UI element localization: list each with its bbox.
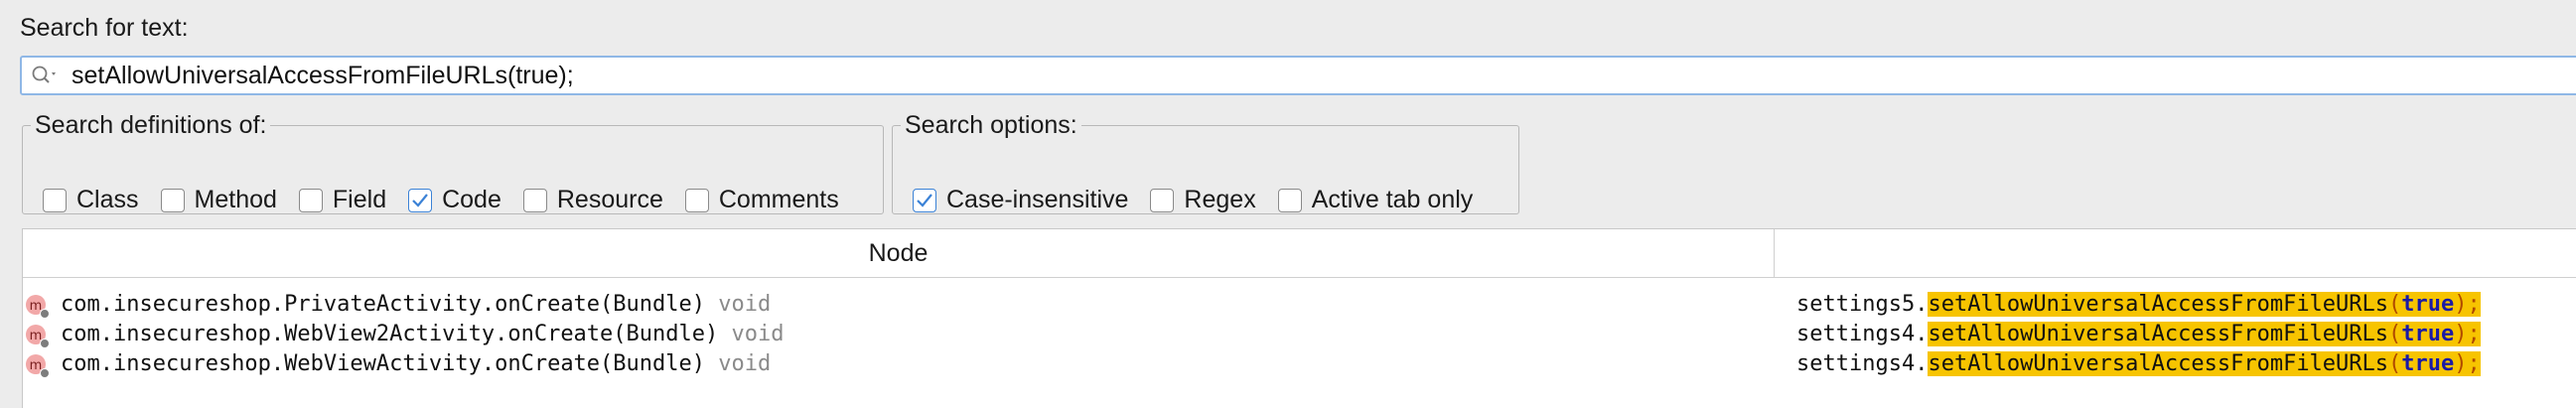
definition-option-class[interactable]: Class <box>43 186 139 214</box>
checkbox-label: Code <box>442 186 501 213</box>
return-type: void <box>731 322 785 346</box>
search-options-title: Search options: <box>905 111 1077 139</box>
checkbox[interactable] <box>43 188 67 212</box>
search-input[interactable] <box>66 59 2576 92</box>
search-icon[interactable] <box>26 58 66 93</box>
code-keyword: true <box>2401 322 2455 346</box>
definition-option-comments[interactable]: Comments <box>684 186 839 214</box>
checkbox[interactable] <box>298 188 323 212</box>
search-label: Search for text: <box>20 14 189 42</box>
code-match: setAllowUniversalAccessFromFileURLs(true… <box>1928 292 2481 317</box>
checkbox[interactable] <box>1277 188 1302 212</box>
node-signature: com.insecureshop.PrivateActivity.onCreat… <box>61 292 771 317</box>
checkbox-label: Resource <box>556 186 663 213</box>
node-method: com.insecureshop.PrivateActivity.onCreat… <box>61 292 706 317</box>
code-receiver: settings5. <box>1796 292 1929 317</box>
checkbox[interactable] <box>1150 188 1175 212</box>
method-icon: m <box>25 324 51 349</box>
method-icon: m <box>25 294 51 320</box>
code-method: setAllowUniversalAccessFromFileURLs <box>1928 351 2389 376</box>
code-snippet: settings4.setAllowUniversalAccessFromFil… <box>1796 351 2481 376</box>
svg-text:m: m <box>30 358 43 373</box>
code-open-paren: ( <box>2388 292 2402 317</box>
table-row[interactable]: m com.insecureshop.WebView2Activity.onCre… <box>23 321 2576 350</box>
search-definitions-title: Search definitions of: <box>35 111 267 139</box>
search-definitions-group: Search definitions of: Class Method Field C… <box>22 111 884 214</box>
checkbox-label: Field <box>332 186 387 213</box>
definition-option-field[interactable]: Field <box>298 186 387 214</box>
definition-option-resource[interactable]: Resource <box>522 186 663 214</box>
search-field[interactable] <box>20 56 2576 95</box>
node-method: com.insecureshop.WebViewActivity.onCreat… <box>61 351 706 376</box>
code-keyword: true <box>2401 351 2455 376</box>
checkbox[interactable] <box>684 188 709 212</box>
checkbox-label: Regex <box>1184 186 1256 213</box>
definition-option-code[interactable]: Code <box>408 186 501 214</box>
code-open-paren: ( <box>2388 351 2402 376</box>
checkbox-label: Comments <box>718 186 839 213</box>
code-match: setAllowUniversalAccessFromFileURLs(true… <box>1928 322 2481 346</box>
search-options-group: Search options: Case-insensitive Regex Act… <box>892 111 1519 214</box>
node-method: com.insecureshop.WebView2Activity.onCrea… <box>61 322 719 346</box>
definition-option-method[interactable]: Method <box>160 186 277 214</box>
code-keyword: true <box>2401 292 2455 317</box>
node-signature: com.insecureshop.WebViewActivity.onCreat… <box>61 351 771 376</box>
checkbox-label: Case-insensitive <box>946 186 1129 213</box>
code-receiver: settings4. <box>1796 351 1929 376</box>
node-signature: com.insecureshop.WebView2Activity.onCrea… <box>61 322 785 346</box>
results-table: Node m com.insecureshop.PrivateActivity.o… <box>22 228 2576 408</box>
code-close: ); <box>2454 322 2481 346</box>
checkbox-label: Class <box>76 186 139 213</box>
svg-text:m: m <box>30 299 43 314</box>
return-type: void <box>718 351 772 376</box>
checkbox[interactable] <box>408 188 433 212</box>
results-header: Node <box>23 229 2576 278</box>
table-row[interactable]: m com.insecureshop.PrivateActivity.onCrea… <box>23 291 2576 321</box>
checkbox[interactable] <box>522 188 547 212</box>
code-receiver: settings4. <box>1796 322 1929 346</box>
code-method: setAllowUniversalAccessFromFileURLs <box>1928 322 2389 346</box>
return-type: void <box>718 292 772 317</box>
code-close: ); <box>2454 292 2481 317</box>
checkbox-label: Active tab only <box>1311 186 1474 213</box>
code-method: setAllowUniversalAccessFromFileURLs <box>1928 292 2389 317</box>
search-option-case-insensitive[interactable]: Case-insensitive <box>913 186 1128 214</box>
checkbox[interactable] <box>160 188 185 212</box>
code-close: ); <box>2454 351 2481 376</box>
table-row[interactable]: m com.insecureshop.WebViewActivity.onCrea… <box>23 350 2576 380</box>
svg-text:m: m <box>30 329 43 343</box>
checkbox[interactable] <box>913 188 936 212</box>
code-snippet: settings4.setAllowUniversalAccessFromFil… <box>1796 322 2481 346</box>
column-header-node[interactable]: Node <box>23 229 1775 277</box>
method-icon: m <box>25 353 51 379</box>
checkbox-label: Method <box>194 186 277 213</box>
search-option-regex[interactable]: Regex <box>1150 186 1256 214</box>
column-header-code[interactable] <box>1775 229 2576 277</box>
code-open-paren: ( <box>2388 322 2402 346</box>
code-match: setAllowUniversalAccessFromFileURLs(true… <box>1928 351 2481 376</box>
code-snippet: settings5.setAllowUniversalAccessFromFil… <box>1796 292 2481 317</box>
search-option-active-tab-only[interactable]: Active tab only <box>1277 186 1474 214</box>
